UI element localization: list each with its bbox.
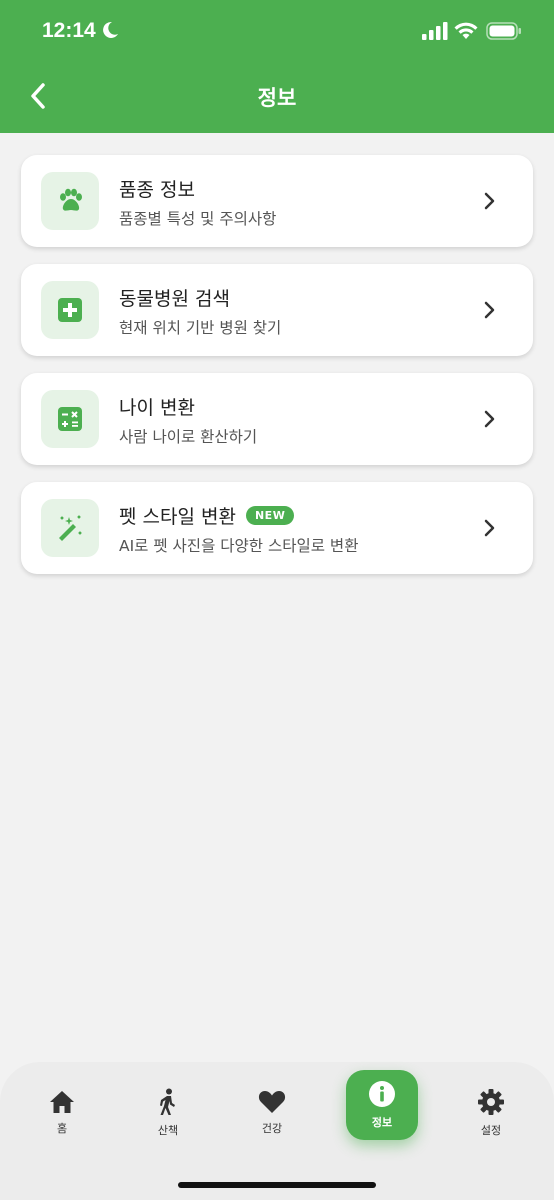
magic-wand-icon <box>59 515 82 541</box>
vet-search-card[interactable]: 동물병원 검색 현재 위치 기반 병원 찾기 <box>21 264 533 356</box>
card-title: 펫 스타일 변환 NEW <box>119 502 295 529</box>
tab-health[interactable]: 건강 <box>236 1078 308 1148</box>
card-icon-bg <box>41 499 99 557</box>
card-subtitle: 현재 위치 기반 병원 찾기 <box>119 319 282 337</box>
medical-cross-icon <box>58 298 82 322</box>
tab-home[interactable]: 홈 <box>26 1078 98 1148</box>
gear-icon <box>478 1089 504 1115</box>
card-subtitle: 사람 나이로 환산하기 <box>119 428 258 446</box>
chevron-right-icon <box>484 192 495 210</box>
battery-icon <box>486 22 521 40</box>
card-icon-bg <box>41 172 99 230</box>
nav-bar: 정보 <box>0 62 554 133</box>
card-icon-bg <box>41 390 99 448</box>
walking-icon <box>160 1088 175 1115</box>
tab-settings[interactable]: 설정 <box>455 1078 527 1148</box>
status-time: 12:14 <box>42 19 96 42</box>
tab-label: 홈 <box>56 1122 68 1135</box>
heart-icon <box>258 1091 286 1113</box>
paw-icon <box>60 188 82 211</box>
signal-icon <box>422 22 448 40</box>
chevron-right-icon <box>484 410 495 428</box>
card-subtitle: 품종별 특성 및 주의사항 <box>119 210 277 228</box>
chevron-right-icon <box>484 519 495 537</box>
breed-info-card[interactable]: 품종 정보 품종별 특성 및 주의사항 <box>21 155 533 247</box>
chevron-right-icon <box>484 301 495 319</box>
info-icon <box>369 1081 395 1107</box>
moon-icon <box>103 21 118 38</box>
card-subtitle: AI로 펫 사진을 다양한 스타일로 변환 <box>119 537 359 555</box>
tab-label: 산책 <box>157 1124 179 1137</box>
pet-style-card[interactable]: 펫 스타일 변환 NEW AI로 펫 사진을 다양한 스타일로 변환 <box>21 482 533 574</box>
new-badge: NEW <box>245 506 295 525</box>
home-icon <box>50 1091 74 1113</box>
card-icon-bg <box>41 281 99 339</box>
card-title: 나이 변환 <box>119 397 195 419</box>
age-convert-card[interactable]: 나이 변환 사람 나이로 환산하기 <box>21 373 533 465</box>
page-title: 정보 <box>257 86 297 110</box>
tab-info[interactable]: 정보 <box>346 1070 418 1140</box>
card-title: 동물병원 검색 <box>119 288 230 310</box>
wifi-icon <box>454 22 478 39</box>
tab-walk[interactable]: 산책 <box>132 1078 204 1148</box>
home-indicator <box>178 1182 376 1188</box>
calculator-icon <box>58 407 82 431</box>
tab-label: 정보 <box>371 1116 393 1129</box>
bottom-tab-bar: 홈 산책 건강 정보 설정 <box>0 1062 554 1200</box>
status-bar: 12:14 <box>0 0 554 62</box>
tab-label: 설정 <box>480 1124 502 1137</box>
header: 12:14 정보 <box>0 0 554 133</box>
card-title: 품종 정보 <box>119 179 195 201</box>
info-menu-list: 품종 정보 품종별 특성 및 주의사항 동물병원 검색 현재 위치 기반 병원 … <box>21 155 533 591</box>
tab-label: 건강 <box>261 1122 283 1135</box>
